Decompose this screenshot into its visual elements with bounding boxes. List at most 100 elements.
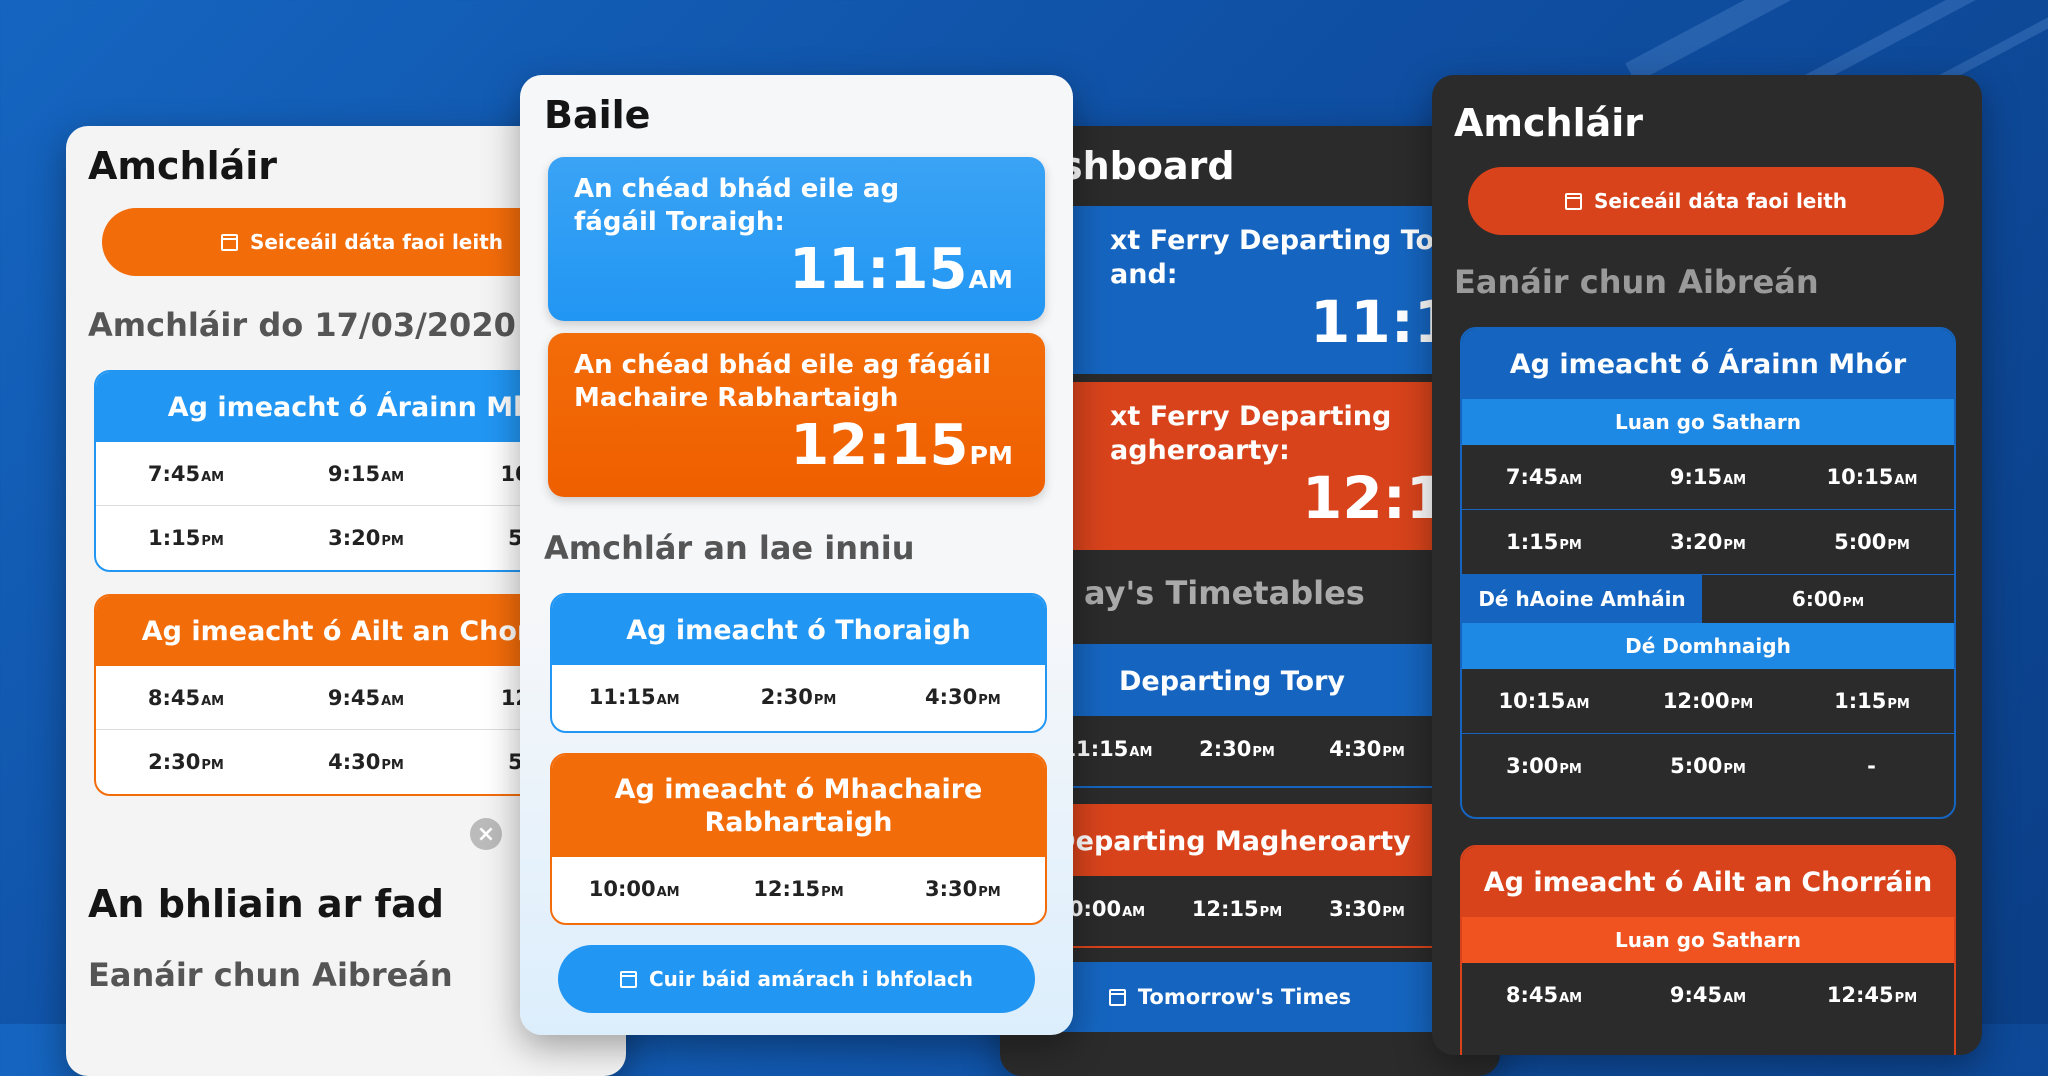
time-cell: 11:15AM — [588, 685, 680, 709]
card-header-label: Ag imeacht ó Mhachaire Rabhartaigh — [614, 774, 983, 838]
time-cell: 3:30PM — [924, 877, 1001, 901]
time-cell: 10:15AM — [1826, 465, 1918, 489]
next-ferry-label: xt Ferry Departing agheroarty: — [1110, 401, 1392, 466]
time-cell: 3:20PM — [328, 525, 404, 550]
table-row: 8:45AM 9:45AM 12:45PM — [1462, 963, 1954, 1027]
table-row: 3:00PM 5:00PM - — [1462, 734, 1954, 798]
next-ferry-magh-card: xt Ferry Departing agheroarty: 12:15 — [1040, 382, 1500, 550]
table-row: 10:15AM 12:00PM 1:15PM — [1462, 669, 1954, 734]
today-heading: Amchlár an lae inniu — [544, 529, 915, 567]
time-cell: 2:30PM — [760, 685, 837, 709]
hide-tomorrow-label: Cuir báid amárach i bhfolach — [648, 967, 974, 991]
time-cell: 12:00PM — [1662, 689, 1754, 713]
time-cell: 8:45AM — [147, 685, 225, 710]
time-cell: - — [1867, 754, 1876, 778]
table-row: 7:45AM 9:15AM 10:15AM — [1462, 445, 1954, 510]
card-header-label: Ag imeacht ó Árainn Mhór — [1509, 348, 1907, 380]
day-band: Luan go Satharn — [1462, 399, 1954, 445]
tomorrow-times-button[interactable]: Tomorrow's Times — [1040, 962, 1500, 1032]
card-header-label: Ag imeacht ó Ailt an Chorráin — [1483, 866, 1933, 898]
time-cell: 9:15AM — [1669, 465, 1747, 489]
time-cell: 2:30PM — [148, 749, 224, 774]
time-cell: 12:15PM — [753, 877, 844, 901]
card-header: Ag imeacht ó Árainn Mhór — [1462, 329, 1954, 399]
card-header-label: Ag imeacht ó Árainn Mhór — [167, 391, 565, 423]
timetable-dark-panel: Amchláir Seiceáil dáta faoi leith Eanáir… — [1432, 75, 1982, 1055]
time-cell: 1:15PM — [1506, 530, 1582, 554]
time-cell: 3:20PM — [1670, 530, 1746, 554]
tomorrow-times-label: Tomorrow's Times — [1137, 985, 1352, 1009]
dashboard-dark-panel: shboard xt Ferry Departing Tory and: 11:1… — [1000, 126, 1500, 1076]
friday-row: Dé hAoine Amháin 6:00PM — [1462, 575, 1954, 623]
time-cell: 3:30PM — [1329, 897, 1405, 921]
time-cell: 7:45AM — [147, 461, 225, 486]
time-cell: 9:15AM — [327, 461, 405, 486]
next-ferry-time: 11:15AM — [789, 237, 1013, 302]
card-header: Ag imeacht ó Ailt an Chorráin — [1462, 847, 1954, 917]
calendar-icon — [1108, 988, 1126, 1006]
time-cell: 2:30PM — [1199, 737, 1275, 761]
home-panel: Baile An chéad bhád eile ag fágáil Torai… — [520, 75, 1073, 1035]
time-cell: 3:00PM — [1506, 754, 1582, 778]
time-cell: 4:30PM — [1329, 737, 1405, 761]
next-ferry-time: 12:15PM — [790, 413, 1013, 478]
season-heading: Eanáir chun Aibreán — [1454, 263, 1819, 301]
time-cell: 12:45PM — [1826, 983, 1918, 1007]
season-heading: Eanáir chun Aibreán — [88, 956, 453, 994]
timetable-card-tory: Ag imeacht ó Thoraigh 11:15AM 2:30PM 4:3… — [550, 593, 1047, 733]
time-cell: 9:45AM — [1669, 983, 1747, 1007]
card-header-label: Departing Magheroarty — [1053, 825, 1411, 857]
table-row: 10:00AM 12:15PM 3:30PM — [552, 857, 1045, 921]
check-date-label: Seiceáil dáta faoi leith — [249, 230, 504, 254]
table-row: 1:15PM 3:20PM 5:00PM — [1462, 510, 1954, 575]
calendar-icon — [220, 233, 238, 251]
day-band: Luan go Satharn — [1462, 917, 1954, 963]
timetable-card-arainn: Ag imeacht ó Árainn Mhór Luan go Satharn… — [1460, 327, 1956, 819]
friday-label: Dé hAoine Amháin — [1462, 575, 1702, 623]
time-cell: 5:00PM — [1670, 754, 1746, 778]
page-title: Baile — [544, 93, 651, 137]
time-cell: 6:00PM — [1791, 587, 1865, 611]
time-cell: 5:00PM — [1834, 530, 1910, 554]
calendar-icon — [1564, 192, 1582, 210]
time-cell: 1:15PM — [148, 525, 224, 550]
check-date-label: Seiceáil dáta faoi leith — [1593, 189, 1848, 213]
next-ferry-tory-card: xt Ferry Departing Tory and: 11:15 — [1040, 206, 1500, 374]
time-cell: 9:45AM — [327, 685, 405, 710]
year-heading: An bhliain ar fad — [88, 882, 444, 926]
timetables-heading: ay's Timetables — [1084, 574, 1365, 612]
check-date-button[interactable]: Seiceáil dáta faoi leith — [1468, 167, 1944, 235]
day-band: Dé Domhnaigh — [1462, 623, 1954, 669]
calendar-icon — [619, 970, 637, 988]
card-header-label: Departing Tory — [1119, 665, 1345, 697]
departing-tory-card: Departing Tory 11:15AM 2:30PM 4:30PM — [1040, 644, 1500, 788]
card-header: Ag imeacht ó Thoraigh — [552, 595, 1045, 665]
close-icon[interactable]: × — [470, 818, 502, 850]
table-row: 11:15AM 2:30PM 4:30PM — [552, 665, 1045, 729]
timetable-card-magh: Ag imeacht ó Mhachaire Rabhartaigh 10:00… — [550, 753, 1047, 925]
time-cell: 10:00AM — [588, 877, 680, 901]
time-cell: 7:45AM — [1505, 465, 1583, 489]
next-ferry-label: An chéad bhád eile ag fágáil Machaire Ra… — [574, 350, 991, 413]
next-ferry-label: xt Ferry Departing Tory and: — [1110, 225, 1466, 290]
page-title: Amchláir — [88, 144, 278, 188]
next-ferry-label: An chéad bhád eile ag fágáil Toraigh: — [574, 174, 900, 237]
day-band-label: Luan go Satharn — [1615, 928, 1801, 952]
time-cell: 1:15PM — [1834, 689, 1910, 713]
next-ferry-magh-card: An chéad bhád eile ag fágáil Machaire Ra… — [548, 333, 1045, 497]
day-band-label: Dé Domhnaigh — [1625, 634, 1791, 658]
time-cell: 8:45AM — [1505, 983, 1583, 1007]
hide-tomorrow-button[interactable]: Cuir báid amárach i bhfolach — [558, 945, 1035, 1013]
card-header: Ag imeacht ó Mhachaire Rabhartaigh — [552, 755, 1045, 857]
time-cell: 10:15AM — [1498, 689, 1590, 713]
time-cell: 12:15PM — [1191, 897, 1283, 921]
card-header-label: Ag imeacht ó Thoraigh — [626, 614, 971, 646]
time-cell: 4:30PM — [328, 749, 404, 774]
page-title: shboard — [1060, 144, 1235, 188]
time-cell: 4:30PM — [924, 685, 1001, 709]
departing-magh-card: Departing Magheroarty 0:00AM 12:15PM 3:3… — [1040, 804, 1500, 948]
day-band-label: Luan go Satharn — [1615, 410, 1801, 434]
date-heading: Amchláir do 17/03/2020 — [88, 306, 516, 344]
page-title: Amchláir — [1454, 101, 1644, 145]
next-ferry-tory-card: An chéad bhád eile ag fágáil Toraigh: 11… — [548, 157, 1045, 321]
